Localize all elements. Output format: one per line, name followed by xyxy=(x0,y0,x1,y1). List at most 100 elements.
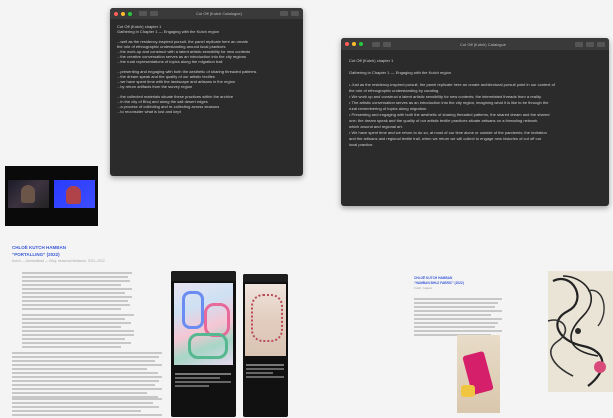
window-titlebar[interactable]: Cut Off (Kutch Catalogue) xyxy=(110,8,303,19)
embroidery-artwork-photo[interactable] xyxy=(548,271,613,392)
text-line-placeholder xyxy=(414,302,499,304)
video-call-thumbnail[interactable] xyxy=(5,166,98,226)
text-line-placeholder xyxy=(12,368,147,370)
text-line-placeholder xyxy=(12,360,155,362)
text-line-placeholder xyxy=(414,310,502,312)
textile-photo xyxy=(174,283,233,365)
text-line-placeholder xyxy=(414,326,495,328)
text-line-placeholder xyxy=(12,384,155,386)
phone-screenshot-1[interactable] xyxy=(171,271,236,417)
text-line-placeholder xyxy=(414,322,499,324)
textile-pattern xyxy=(188,333,228,359)
phone-screenshot-2[interactable] xyxy=(243,274,288,417)
document-body[interactable]: Cut Off (Kutch) chapter 1 Gathering in Ch… xyxy=(110,19,303,119)
textile-photo xyxy=(245,284,286,356)
sidebar-toggle-button[interactable] xyxy=(372,41,380,47)
doc-text-block xyxy=(414,296,502,338)
search-button[interactable] xyxy=(291,11,299,16)
text-line-placeholder xyxy=(22,334,134,336)
doc-text-block-3 xyxy=(12,350,162,400)
text-line-placeholder xyxy=(12,352,162,354)
text-line-placeholder xyxy=(12,414,162,416)
participant-video-2 xyxy=(54,180,95,208)
document-text-line: ...to reconsider what is lost and kept xyxy=(117,109,181,114)
window-title: Cut Off (Kutch) Catalogue xyxy=(460,41,506,47)
text-line-placeholder xyxy=(22,314,134,316)
doc-text-block-2 xyxy=(22,312,134,350)
text-line-placeholder xyxy=(22,284,121,286)
text-line-placeholder xyxy=(414,306,495,308)
text-line-placeholder xyxy=(12,372,158,374)
minimize-window-icon[interactable] xyxy=(352,42,356,46)
text-line-placeholder xyxy=(22,288,132,290)
text-line-placeholder xyxy=(22,296,132,298)
text-line-placeholder xyxy=(12,376,162,378)
phone-caption xyxy=(246,362,284,380)
text-line-placeholder xyxy=(12,356,159,358)
doc-subtitle: Kutch, Gujarat xyxy=(414,286,432,290)
close-window-icon[interactable] xyxy=(345,42,349,46)
more-button[interactable] xyxy=(597,41,605,47)
text-line-placeholder xyxy=(22,342,131,344)
catalogue-window-right[interactable]: Cut Off (Kutch) Catalogue Cut Off (Kutch… xyxy=(341,38,609,206)
text-line-placeholder xyxy=(414,298,502,300)
doc-title-line1: CHLOË KUTCH HAMBAN xyxy=(414,276,453,280)
text-line-placeholder xyxy=(12,410,141,412)
textile-pattern xyxy=(204,303,230,337)
phone-caption xyxy=(175,371,231,389)
text-line-placeholder xyxy=(12,398,162,400)
text-line-placeholder xyxy=(12,392,147,394)
phone-header xyxy=(243,274,288,282)
text-line-placeholder xyxy=(22,322,131,324)
text-line-placeholder xyxy=(22,304,130,306)
share-button[interactable] xyxy=(575,41,583,47)
text-line-placeholder xyxy=(22,300,128,302)
text-line-placeholder xyxy=(22,326,121,328)
text-line-placeholder xyxy=(22,318,126,320)
textile-pattern xyxy=(251,294,283,342)
document-body[interactable]: Cut Off (Kutch) chapter 1 Gathering in C… xyxy=(341,50,609,156)
participant-video-1 xyxy=(8,180,49,208)
phone-header xyxy=(171,271,236,281)
minimize-window-icon[interactable] xyxy=(121,11,125,16)
text-line-placeholder xyxy=(414,314,492,316)
doc-subtitle: Kutch — Ahmedabad — Bhuj; seasonal field… xyxy=(12,259,105,263)
participant-silhouette xyxy=(66,186,81,204)
doc-title-line2: “HAMBAN BHUJ FABRIC” (2022) xyxy=(414,281,464,285)
text-line-placeholder xyxy=(12,380,159,382)
embroidery-pattern xyxy=(548,275,606,387)
fabric-piece xyxy=(461,385,475,397)
text-line-placeholder xyxy=(22,276,128,278)
text-line-placeholder xyxy=(12,388,162,390)
text-line-placeholder xyxy=(414,330,502,332)
textile-pattern xyxy=(182,291,204,329)
zoom-window-icon[interactable] xyxy=(128,11,132,16)
document-text-line: local practice. xyxy=(349,142,374,147)
fabric-photo[interactable] xyxy=(457,335,500,413)
window-title: Cut Off (Kutch Catalogue) xyxy=(196,11,242,16)
close-window-icon[interactable] xyxy=(114,11,118,16)
doc-text-block-1 xyxy=(22,270,132,312)
share-button[interactable] xyxy=(280,11,288,16)
doc-text-block-4 xyxy=(12,396,162,418)
text-line-placeholder xyxy=(22,308,121,310)
text-line-placeholder xyxy=(12,406,159,408)
text-line-placeholder xyxy=(22,280,130,282)
text-line-placeholder xyxy=(414,318,502,320)
text-line-placeholder xyxy=(22,338,126,340)
doc-title-line2: “PORTALLING” (2022) xyxy=(12,252,60,257)
zoom-window-icon[interactable] xyxy=(359,42,363,46)
participant-silhouette xyxy=(21,185,35,203)
text-line-placeholder xyxy=(12,364,162,366)
text-line-placeholder xyxy=(22,330,134,332)
text-line-placeholder xyxy=(12,402,153,404)
window-titlebar[interactable]: Cut Off (Kutch) Catalogue xyxy=(341,38,609,50)
text-line-placeholder xyxy=(22,272,132,274)
search-button[interactable] xyxy=(586,41,594,47)
catalogue-window-left[interactable]: Cut Off (Kutch Catalogue) Cut Off (Kutch… xyxy=(110,8,303,176)
doc-title-line1: CHLOË KUTCH HAMBAN xyxy=(12,245,66,250)
sidebar-toggle-button[interactable] xyxy=(139,11,147,16)
view-button[interactable] xyxy=(383,41,391,47)
view-button[interactable] xyxy=(150,11,158,16)
document-page-left[interactable]: CHLOË KUTCH HAMBAN “PORTALLING” (2022) K… xyxy=(0,228,165,417)
